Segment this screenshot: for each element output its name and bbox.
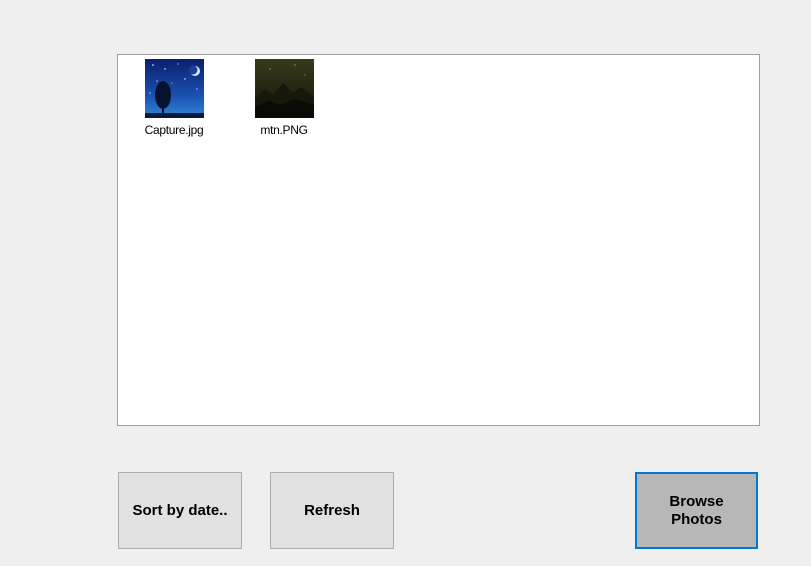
photo-name: Capture.jpg bbox=[144, 123, 204, 137]
night-sky-tree-thumbnail-icon bbox=[144, 59, 204, 118]
refresh-button[interactable]: Refresh bbox=[270, 472, 394, 549]
photo-item-mtn[interactable]: mtn.PNG bbox=[244, 59, 324, 137]
photo-item-capture[interactable]: Capture.jpg bbox=[134, 59, 214, 137]
browse-photos-button[interactable]: Browse Photos bbox=[635, 472, 758, 549]
mountain-night-thumbnail-icon bbox=[254, 59, 314, 118]
browse-photos-label: Browse Photos bbox=[669, 492, 724, 528]
sort-by-date-button[interactable]: Sort by date.. bbox=[118, 472, 242, 549]
photo-list-view[interactable]: Capture.jpg mtn.PNG bbox=[117, 54, 760, 426]
photo-name: mtn.PNG bbox=[260, 123, 308, 137]
